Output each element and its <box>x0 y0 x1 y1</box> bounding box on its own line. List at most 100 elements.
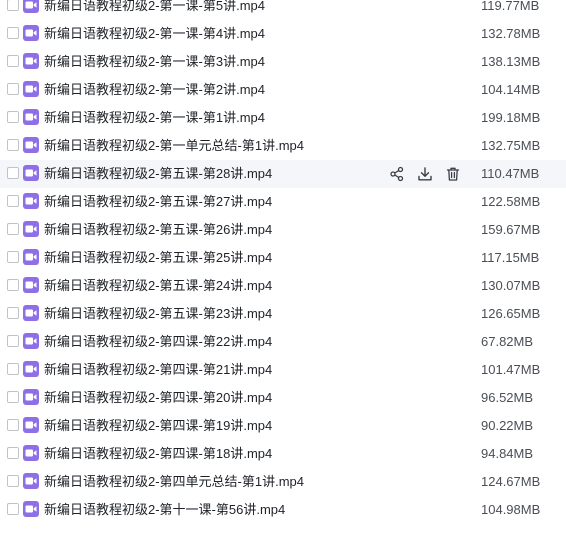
delete-icon[interactable] <box>444 165 462 183</box>
file-size: 132.78MB <box>481 26 541 41</box>
file-row-9[interactable]: 新编日语教程初级2-第五课-第26讲.mp4 159.67MB <box>0 216 566 244</box>
video-file-icon <box>23 193 39 209</box>
video-file-icon <box>23 417 39 433</box>
file-row-13[interactable]: 新编日语教程初级2-第四课-第22讲.mp4 67.82MB <box>0 328 566 356</box>
row-checkbox[interactable] <box>7 27 19 39</box>
video-file-icon <box>23 361 39 377</box>
file-name: 新编日语教程初级2-第四课-第20讲.mp4 <box>44 390 273 405</box>
file-row-3[interactable]: 新编日语教程初级2-第一课-第3讲.mp4 138.13MB <box>0 48 566 76</box>
file-name: 新编日语教程初级2-第五课-第25讲.mp4 <box>44 250 273 265</box>
video-file-icon <box>23 333 39 349</box>
file-size: 119.77MB <box>481 0 540 13</box>
row-checkbox[interactable] <box>7 503 19 515</box>
file-row-14[interactable]: 新编日语教程初级2-第四课-第21讲.mp4 101.47MB <box>0 356 566 384</box>
file-row-6[interactable]: 新编日语教程初级2-第一单元总结-第1讲.mp4 132.75MB <box>0 132 566 160</box>
video-file-icon <box>23 221 39 237</box>
row-actions <box>388 165 462 183</box>
row-checkbox[interactable] <box>7 419 19 431</box>
video-file-icon <box>23 445 39 461</box>
file-row-19[interactable]: 新编日语教程初级2-第十一课-第56讲.mp4 104.98MB <box>0 496 566 524</box>
file-row-4[interactable]: 新编日语教程初级2-第一课-第2讲.mp4 104.14MB <box>0 76 566 104</box>
file-name: 新编日语教程初级2-第一单元总结-第1讲.mp4 <box>44 138 305 153</box>
file-name: 新编日语教程初级2-第五课-第26讲.mp4 <box>44 222 273 237</box>
row-checkbox[interactable] <box>7 335 19 347</box>
file-row-5[interactable]: 新编日语教程初级2-第一课-第1讲.mp4 199.18MB <box>0 104 566 132</box>
file-size: 132.75MB <box>481 138 541 153</box>
row-checkbox[interactable] <box>7 55 19 67</box>
video-file-icon <box>23 0 39 13</box>
file-name: 新编日语教程初级2-第十一课-第56讲.mp4 <box>44 502 286 517</box>
file-name: 新编日语教程初级2-第五课-第24讲.mp4 <box>44 278 273 293</box>
file-size: 124.67MB <box>481 474 541 489</box>
row-checkbox[interactable] <box>7 447 19 459</box>
file-row-12[interactable]: 新编日语教程初级2-第五课-第23讲.mp4 126.65MB <box>0 300 566 328</box>
file-size: 122.58MB <box>481 194 541 209</box>
file-size: 90.22MB <box>481 418 534 433</box>
row-checkbox[interactable] <box>7 279 19 291</box>
file-row-16[interactable]: 新编日语教程初级2-第四课-第19讲.mp4 90.22MB <box>0 412 566 440</box>
video-file-icon <box>23 277 39 293</box>
file-name: 新编日语教程初级2-第一课-第2讲.mp4 <box>44 82 266 97</box>
video-file-icon <box>23 165 39 181</box>
row-checkbox[interactable] <box>7 475 19 487</box>
row-checkbox[interactable] <box>7 0 19 11</box>
file-name: 新编日语教程初级2-第一课-第3讲.mp4 <box>44 54 266 69</box>
video-file-icon <box>23 109 39 125</box>
row-checkbox[interactable] <box>7 111 19 123</box>
file-size: 94.84MB <box>481 446 534 461</box>
video-file-icon <box>23 305 39 321</box>
file-name: 新编日语教程初级2-第四课-第18讲.mp4 <box>44 446 273 461</box>
video-file-icon <box>23 249 39 265</box>
file-size: 110.47MB <box>481 166 540 181</box>
file-row-17[interactable]: 新编日语教程初级2-第四课-第18讲.mp4 94.84MB <box>0 440 566 468</box>
row-checkbox[interactable] <box>7 83 19 95</box>
row-checkbox[interactable] <box>7 391 19 403</box>
file-name: 新编日语教程初级2-第一课-第4讲.mp4 <box>44 26 266 41</box>
file-size: 117.15MB <box>481 250 540 265</box>
video-file-icon <box>23 25 39 41</box>
video-file-icon <box>23 501 39 517</box>
file-row-7[interactable]: 新编日语教程初级2-第五课-第28讲.mp4 110.47MB <box>0 160 566 188</box>
file-size: 104.14MB <box>481 82 541 97</box>
row-checkbox[interactable] <box>7 195 19 207</box>
file-row-18[interactable]: 新编日语教程初级2-第四单元总结-第1讲.mp4 124.67MB <box>0 468 566 496</box>
file-name: 新编日语教程初级2-第四课-第21讲.mp4 <box>44 362 273 377</box>
file-size: 67.82MB <box>481 334 534 349</box>
file-name: 新编日语教程初级2-第一课-第1讲.mp4 <box>44 110 266 125</box>
file-row-8[interactable]: 新编日语教程初级2-第五课-第27讲.mp4 122.58MB <box>0 188 566 216</box>
download-icon[interactable] <box>416 165 434 183</box>
video-file-icon <box>23 137 39 153</box>
file-size: 199.18MB <box>481 110 541 125</box>
file-row-15[interactable]: 新编日语教程初级2-第四课-第20讲.mp4 96.52MB <box>0 384 566 412</box>
file-size: 130.07MB <box>481 278 541 293</box>
video-file-icon <box>23 389 39 405</box>
file-size: 101.47MB <box>481 362 541 377</box>
row-checkbox[interactable] <box>7 363 19 375</box>
file-size: 96.52MB <box>481 390 534 405</box>
file-size: 126.65MB <box>481 306 541 321</box>
file-name: 新编日语教程初级2-第四单元总结-第1讲.mp4 <box>44 474 305 489</box>
share-icon[interactable] <box>388 165 406 183</box>
file-row-1[interactable]: 新编日语教程初级2-第一课-第5讲.mp4 119.77MB <box>0 0 566 20</box>
file-name: 新编日语教程初级2-第一课-第5讲.mp4 <box>44 0 266 13</box>
file-size: 138.13MB <box>481 54 541 69</box>
file-list: 新编日语教程初级2-第一课-第5讲.mp4 119.77MB 新编日语教程初级2… <box>0 0 566 547</box>
video-file-icon <box>23 473 39 489</box>
file-name: 新编日语教程初级2-第五课-第28讲.mp4 <box>44 166 273 181</box>
file-row-2[interactable]: 新编日语教程初级2-第一课-第4讲.mp4 132.78MB <box>0 20 566 48</box>
row-checkbox[interactable] <box>7 307 19 319</box>
file-size: 104.98MB <box>481 502 541 517</box>
file-name: 新编日语教程初级2-第五课-第27讲.mp4 <box>44 194 273 209</box>
file-row-11[interactable]: 新编日语教程初级2-第五课-第24讲.mp4 130.07MB <box>0 272 566 300</box>
file-row-10[interactable]: 新编日语教程初级2-第五课-第25讲.mp4 117.15MB <box>0 244 566 272</box>
row-checkbox[interactable] <box>7 167 19 179</box>
file-size: 159.67MB <box>481 222 541 237</box>
row-checkbox[interactable] <box>7 251 19 263</box>
video-file-icon <box>23 53 39 69</box>
row-checkbox[interactable] <box>7 139 19 151</box>
file-name: 新编日语教程初级2-第五课-第23讲.mp4 <box>44 306 273 321</box>
file-name: 新编日语教程初级2-第四课-第22讲.mp4 <box>44 334 273 349</box>
video-file-icon <box>23 81 39 97</box>
row-checkbox[interactable] <box>7 223 19 235</box>
file-name: 新编日语教程初级2-第四课-第19讲.mp4 <box>44 418 273 433</box>
